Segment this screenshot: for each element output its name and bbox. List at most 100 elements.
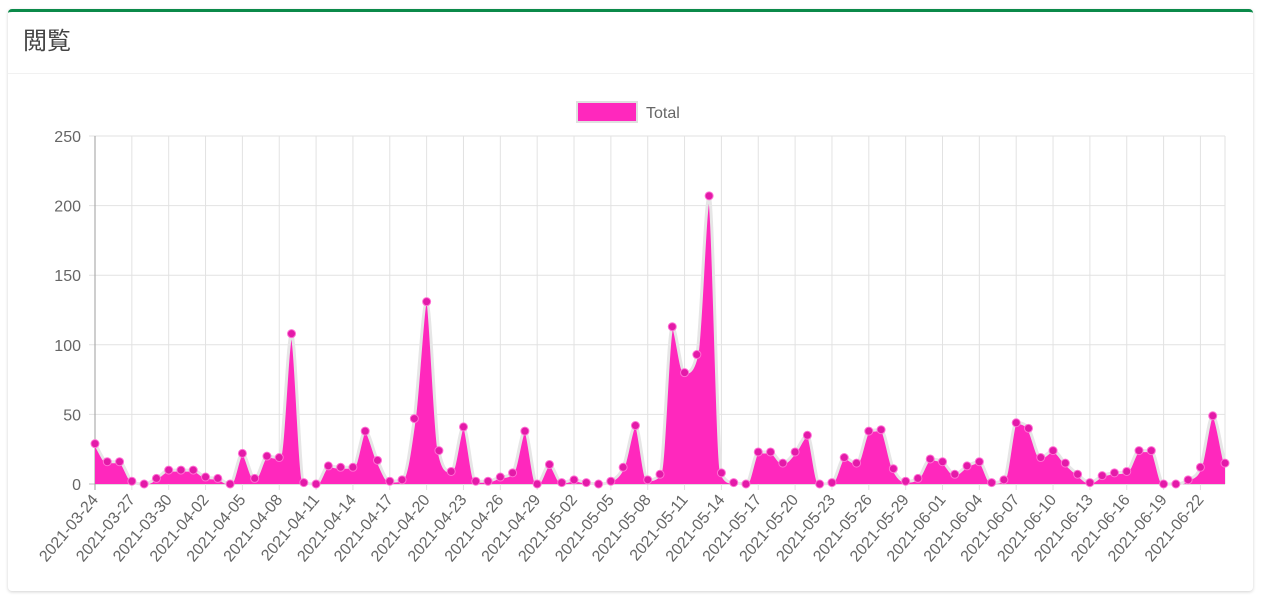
data-point[interactable]: [1208, 411, 1218, 421]
data-point[interactable]: [962, 461, 972, 471]
data-point[interactable]: [716, 468, 726, 478]
data-point[interactable]: [938, 457, 947, 467]
data-point[interactable]: [581, 478, 591, 488]
data-point[interactable]: [594, 479, 604, 489]
data-point[interactable]: [508, 468, 518, 478]
data-point[interactable]: [323, 461, 333, 471]
data-point[interactable]: [680, 368, 690, 378]
data-point[interactable]: [1048, 446, 1058, 456]
data-point[interactable]: [532, 479, 542, 489]
data-point[interactable]: [115, 457, 125, 467]
data-point[interactable]: [225, 479, 235, 489]
data-point[interactable]: [741, 479, 751, 489]
data-point[interactable]: [1134, 446, 1144, 456]
data-point[interactable]: [188, 465, 198, 475]
data-point[interactable]: [483, 476, 493, 486]
data-point[interactable]: [974, 457, 984, 467]
data-point[interactable]: [999, 475, 1009, 485]
data-point[interactable]: [839, 453, 849, 463]
legend[interactable]: Total: [576, 101, 680, 123]
data-point[interactable]: [360, 426, 370, 436]
data-point[interactable]: [262, 451, 272, 461]
data-point[interactable]: [373, 455, 382, 465]
data-point[interactable]: [618, 462, 628, 472]
data-point[interactable]: [90, 439, 100, 449]
data-point[interactable]: [458, 422, 468, 432]
data-point[interactable]: [250, 473, 260, 483]
data-point[interactable]: [1060, 458, 1070, 468]
data-point[interactable]: [876, 425, 886, 435]
data-point[interactable]: [569, 475, 579, 485]
point-layer: [90, 191, 1230, 489]
y-tick-label: 200: [54, 199, 81, 216]
data-point[interactable]: [299, 478, 309, 488]
data-point[interactable]: [274, 453, 284, 463]
data-point[interactable]: [397, 475, 407, 485]
data-point[interactable]: [1023, 423, 1033, 433]
data-point[interactable]: [778, 458, 788, 468]
data-point[interactable]: [1220, 458, 1230, 468]
data-point[interactable]: [901, 476, 911, 486]
data-point[interactable]: [852, 458, 862, 468]
data-point[interactable]: [1073, 469, 1083, 479]
data-point[interactable]: [151, 473, 161, 483]
data-point[interactable]: [201, 472, 211, 482]
data-point[interactable]: [544, 460, 554, 470]
data-point[interactable]: [287, 329, 297, 339]
data-point[interactable]: [520, 426, 530, 436]
data-point[interactable]: [1159, 479, 1169, 489]
data-point[interactable]: [348, 462, 358, 472]
area-layer: [93, 194, 1227, 486]
legend-label-total: Total: [646, 105, 680, 122]
data-point[interactable]: [729, 478, 739, 488]
data-point[interactable]: [888, 464, 898, 474]
data-point[interactable]: [164, 465, 174, 475]
data-point[interactable]: [1183, 475, 1193, 485]
data-point[interactable]: [1011, 418, 1021, 428]
data-point[interactable]: [925, 454, 935, 464]
data-point[interactable]: [237, 448, 247, 458]
data-point[interactable]: [802, 430, 812, 440]
data-point[interactable]: [434, 446, 444, 456]
data-point[interactable]: [1097, 471, 1107, 481]
data-point[interactable]: [176, 465, 186, 475]
data-point[interactable]: [127, 476, 137, 486]
data-point[interactable]: [692, 350, 702, 360]
data-point[interactable]: [1171, 479, 1181, 489]
data-point[interactable]: [950, 469, 960, 479]
data-point[interactable]: [630, 421, 640, 431]
data-point[interactable]: [311, 479, 321, 489]
data-point[interactable]: [1036, 453, 1046, 463]
data-point[interactable]: [446, 466, 456, 476]
data-point[interactable]: [827, 478, 837, 488]
data-point[interactable]: [864, 426, 874, 436]
data-point[interactable]: [606, 476, 616, 486]
data-point[interactable]: [753, 447, 763, 457]
data-point[interactable]: [471, 476, 481, 486]
data-point[interactable]: [495, 472, 505, 482]
data-point[interactable]: [815, 479, 825, 489]
data-point[interactable]: [139, 479, 149, 489]
data-point[interactable]: [1195, 462, 1205, 472]
data-point[interactable]: [913, 473, 923, 483]
data-point[interactable]: [409, 414, 419, 424]
y-tick-label: 100: [54, 338, 81, 355]
data-point[interactable]: [643, 475, 653, 485]
data-point[interactable]: [213, 473, 223, 483]
data-point[interactable]: [1109, 468, 1119, 478]
data-point[interactable]: [655, 469, 665, 479]
data-point[interactable]: [667, 322, 677, 332]
data-point[interactable]: [422, 297, 432, 307]
data-point[interactable]: [1085, 478, 1095, 488]
data-point[interactable]: [385, 476, 395, 486]
data-point[interactable]: [1146, 446, 1156, 456]
data-point[interactable]: [766, 447, 776, 457]
data-point[interactable]: [790, 447, 800, 457]
data-point[interactable]: [557, 478, 567, 488]
y-tick-label: 250: [54, 129, 81, 146]
data-point[interactable]: [704, 191, 714, 201]
data-point[interactable]: [336, 462, 346, 472]
data-point[interactable]: [987, 478, 997, 488]
data-point[interactable]: [1122, 466, 1132, 476]
data-point[interactable]: [102, 457, 112, 467]
